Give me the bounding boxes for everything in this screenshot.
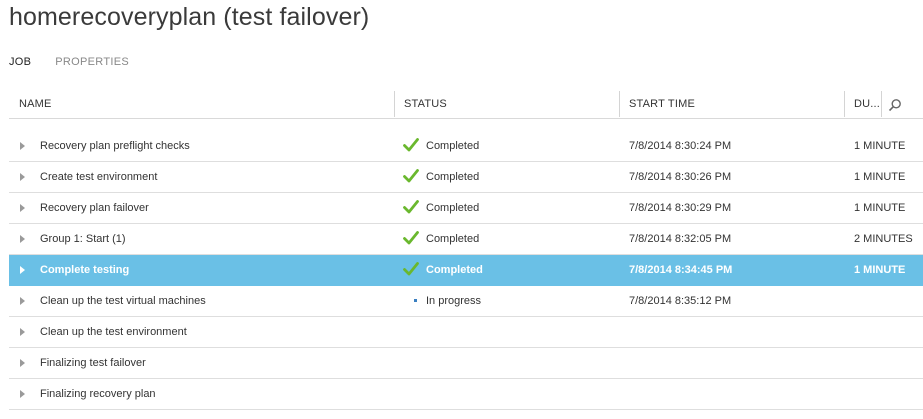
duration: 1 MINUTE [854, 140, 906, 152]
tab-bar: JOB PROPERTIES [9, 56, 129, 68]
step-name: Clean up the test environment [40, 326, 187, 338]
table-row[interactable]: Clean up the test virtual machines In pro… [9, 286, 923, 317]
table-row[interactable]: Clean up the test environment [9, 317, 923, 348]
duration: 1 MINUTE [854, 171, 906, 183]
table-body: Recovery plan preflight checks Completed 7… [9, 131, 923, 410]
duration: 1 MINUTE [854, 264, 906, 276]
check-icon [403, 169, 419, 183]
table-row[interactable]: Complete testing Completed 7/8/2014 8:34:4… [9, 255, 923, 286]
duration [854, 286, 923, 316]
column-header-duration[interactable]: DU... [854, 90, 884, 119]
column-divider [881, 91, 882, 117]
start-time [629, 348, 829, 378]
check-icon [403, 200, 419, 214]
table-row[interactable]: Recovery plan preflight checks Completed 7… [9, 131, 923, 162]
expand-arrow-icon[interactable] [20, 297, 25, 305]
check-icon [403, 231, 419, 245]
job-steps-table: NAME STATUS START TIME DU... Recovery pl… [9, 90, 923, 410]
start-time: 7/8/2014 8:30:26 PM [629, 171, 732, 183]
expand-arrow-icon[interactable] [20, 266, 25, 274]
status-text: Completed [426, 171, 480, 183]
status-text: Completed [426, 202, 480, 214]
check-icon [403, 138, 419, 152]
expand-arrow-icon[interactable] [20, 235, 25, 243]
step-name: Complete testing [40, 264, 130, 276]
status-text: Completed [426, 264, 483, 276]
column-divider[interactable] [844, 91, 845, 117]
step-name: Group 1: Start (1) [40, 233, 126, 245]
column-divider[interactable] [394, 91, 395, 117]
in-progress-icon [414, 299, 417, 302]
status-text: In progress [426, 295, 482, 307]
start-time: 7/8/2014 8:30:29 PM [629, 202, 732, 214]
page-title: homerecoveryplan (test failover) [9, 3, 370, 31]
step-name: Recovery plan failover [40, 202, 149, 214]
start-time: 7/8/2014 8:30:24 PM [629, 140, 732, 152]
start-time: 7/8/2014 8:34:45 PM [629, 264, 733, 276]
table-row[interactable]: Recovery plan failover Completed 7/8/2014 … [9, 193, 923, 224]
status-text [426, 317, 606, 347]
table-row[interactable]: Create test environment Completed 7/8/2014… [9, 162, 923, 193]
table-row[interactable]: Finalizing test failover [9, 348, 923, 379]
column-header-start-time[interactable]: START TIME [629, 90, 829, 119]
table-header: NAME STATUS START TIME DU... [9, 90, 923, 119]
duration [854, 379, 923, 409]
duration: 1 MINUTE [854, 202, 906, 214]
step-name: Finalizing recovery plan [40, 388, 156, 400]
step-name: Clean up the test virtual machines [40, 295, 206, 307]
expand-arrow-icon[interactable] [20, 390, 25, 398]
column-header-status[interactable]: STATUS [404, 90, 604, 119]
table-row[interactable]: Group 1: Start (1) Completed 7/8/2014 8:32… [9, 224, 923, 255]
expand-arrow-icon[interactable] [20, 204, 25, 212]
expand-arrow-icon[interactable] [20, 173, 25, 181]
duration [854, 348, 923, 378]
duration: 2 MINUTES [854, 233, 913, 245]
status-text [426, 348, 606, 378]
status-text [426, 379, 606, 409]
expand-arrow-icon[interactable] [20, 359, 25, 367]
step-name: Create test environment [40, 171, 158, 183]
duration [854, 317, 923, 347]
search-icon[interactable] [888, 98, 902, 112]
step-name: Finalizing test failover [40, 357, 146, 369]
column-divider[interactable] [619, 91, 620, 117]
expand-arrow-icon[interactable] [20, 142, 25, 150]
table-row[interactable]: Finalizing recovery plan [9, 379, 923, 410]
tab-job[interactable]: JOB [9, 56, 31, 68]
status-text: Completed [426, 140, 480, 152]
tab-properties[interactable]: PROPERTIES [55, 56, 129, 68]
column-header-name[interactable]: NAME [19, 90, 389, 119]
start-time: 7/8/2014 8:32:05 PM [629, 233, 732, 245]
step-name: Recovery plan preflight checks [40, 140, 190, 152]
start-time [629, 379, 829, 409]
status-text: Completed [426, 233, 480, 245]
check-icon [403, 262, 419, 276]
expand-arrow-icon[interactable] [20, 328, 25, 336]
start-time [629, 317, 829, 347]
start-time: 7/8/2014 8:35:12 PM [629, 295, 732, 307]
